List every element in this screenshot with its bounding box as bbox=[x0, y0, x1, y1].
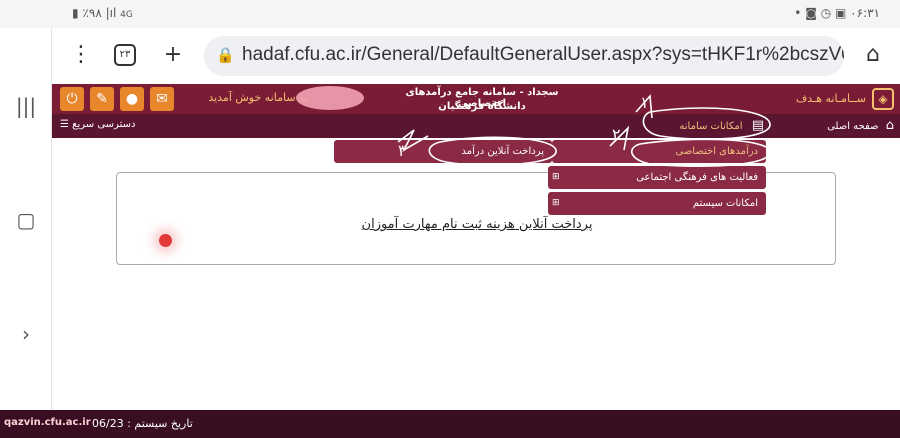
quick-access-menu[interactable]: دسترسی سریع ☰ bbox=[60, 119, 135, 130]
url-text: hadaf.cfu.ac.ir/General/DefaultGeneralUs… bbox=[242, 44, 844, 65]
user-icon[interactable]: ● bbox=[120, 87, 144, 111]
menu-item-cultural-activities[interactable]: فعالیت های فرهنگی اجتماعی ⊞ bbox=[548, 166, 766, 189]
gallery-icon: ▣ bbox=[835, 6, 847, 20]
browser-toolbar: ⋮ ۲۳ + 🔒 hadaf.cfu.ac.ir/General/Default… bbox=[52, 28, 900, 84]
signal-icon: |ıl bbox=[105, 6, 117, 20]
system-features-label: امکانات سامانه bbox=[679, 121, 743, 132]
list-icon: ▤ bbox=[751, 118, 764, 133]
home-icon[interactable]: ▢ bbox=[14, 208, 38, 232]
site-header: ⏻ ✎ ● ✉ به سامانه خوش آمدید سجداد - ساما… bbox=[52, 84, 900, 114]
university-title: دانشگاه فرهنگیان bbox=[438, 101, 526, 112]
notification-dot-icon: • bbox=[794, 6, 802, 20]
online-payment-link[interactable]: پرداخت آنلاین هزینه ثبت نام مهارت آموزان bbox=[317, 217, 637, 232]
touch-indicator bbox=[159, 234, 172, 247]
watermark: qazvin.cfu.ac.ir bbox=[4, 417, 91, 428]
home-icon[interactable]: ⌂ bbox=[860, 42, 886, 68]
expand-plus-icon: ⊞ bbox=[552, 172, 560, 182]
tabs-icon[interactable]: ۲۳ bbox=[114, 44, 136, 66]
user-edit-icon[interactable]: ✎ bbox=[90, 87, 114, 111]
back-icon[interactable]: › bbox=[14, 322, 38, 346]
status-bar: ▮ ٪۹۸ |ıl 4G • ◙ ◷ ▣ ۰۶:۳۱ bbox=[0, 0, 900, 28]
menu-item-special-revenue[interactable]: درآمدهای اختصاصی bbox=[552, 140, 766, 163]
nav-rail: ||| ▢ › bbox=[0, 28, 52, 438]
menu-dots-icon[interactable]: ⋮ bbox=[70, 42, 92, 68]
instagram-icon: ◙ bbox=[805, 6, 817, 20]
menu-item-online-payment[interactable]: پرداخت آنلاین درآمد bbox=[334, 140, 552, 163]
status-left: ▮ ٪۹۸ |ıl 4G bbox=[72, 6, 133, 20]
screen: ▮ ٪۹۸ |ıl 4G • ◙ ◷ ▣ ۰۶:۳۱ ||| ▢ › ⋮ ۲۳ … bbox=[0, 0, 900, 438]
system-date: تاریخ سیستم : 06/23 bbox=[92, 417, 193, 430]
new-tab-plus-icon[interactable]: + bbox=[160, 42, 186, 68]
battery-level: ٪۹۸ bbox=[82, 6, 102, 20]
online-payment-label: پرداخت آنلاین درآمد bbox=[461, 146, 544, 157]
power-icon[interactable]: ⏻ bbox=[60, 87, 84, 111]
expand-plus-icon: ⊞ bbox=[552, 198, 560, 208]
menu-item-system-options[interactable]: امکانات سیستم ⊞ bbox=[548, 192, 766, 215]
home-label: صفحه اصلی bbox=[827, 121, 879, 132]
mail-icon[interactable]: ✉ bbox=[150, 87, 174, 111]
battery-icon: ▮ bbox=[72, 6, 79, 20]
brand-logo-icon: ◈ bbox=[872, 88, 894, 110]
system-date-label: تاریخ سیستم : bbox=[127, 417, 193, 430]
system-options-label: امکانات سیستم bbox=[692, 198, 758, 209]
address-bar[interactable]: 🔒 hadaf.cfu.ac.ir/General/DefaultGeneral… bbox=[204, 36, 844, 76]
menu-bar: دسترسی سریع ☰ ▤ امکانات سامانه ⌂ صفحه اص… bbox=[52, 114, 900, 138]
brand-name: ســامـانه هـدف bbox=[795, 92, 866, 105]
status-time: ۰۶:۳۱ bbox=[850, 6, 880, 20]
network-type: 4G bbox=[120, 10, 133, 20]
house-icon: ⌂ bbox=[885, 118, 894, 133]
system-features-menu[interactable]: ▤ امکانات سامانه bbox=[679, 118, 764, 133]
quick-access-label: دسترسی سریع bbox=[72, 119, 136, 130]
footer-bar: qazvin.cfu.ac.ir تاریخ سیستم : 06/23 bbox=[0, 410, 900, 438]
home-menu[interactable]: ⌂ صفحه اصلی bbox=[827, 118, 894, 133]
system-date-value: 06/23 bbox=[92, 417, 124, 430]
lock-icon: 🔒 bbox=[216, 46, 235, 64]
welcome-text: به سامانه خوش آمدید bbox=[208, 91, 308, 104]
cultural-activities-label: فعالیت های فرهنگی اجتماعی bbox=[636, 172, 758, 183]
recent-apps-icon[interactable]: ||| bbox=[14, 94, 38, 118]
clock-icon: ◷ bbox=[820, 6, 832, 20]
status-right: • ◙ ◷ ▣ ۰۶:۳۱ bbox=[794, 6, 880, 20]
hamburger-icon: ☰ bbox=[60, 119, 69, 130]
special-revenue-label: درآمدهای اختصاصی bbox=[675, 146, 758, 157]
